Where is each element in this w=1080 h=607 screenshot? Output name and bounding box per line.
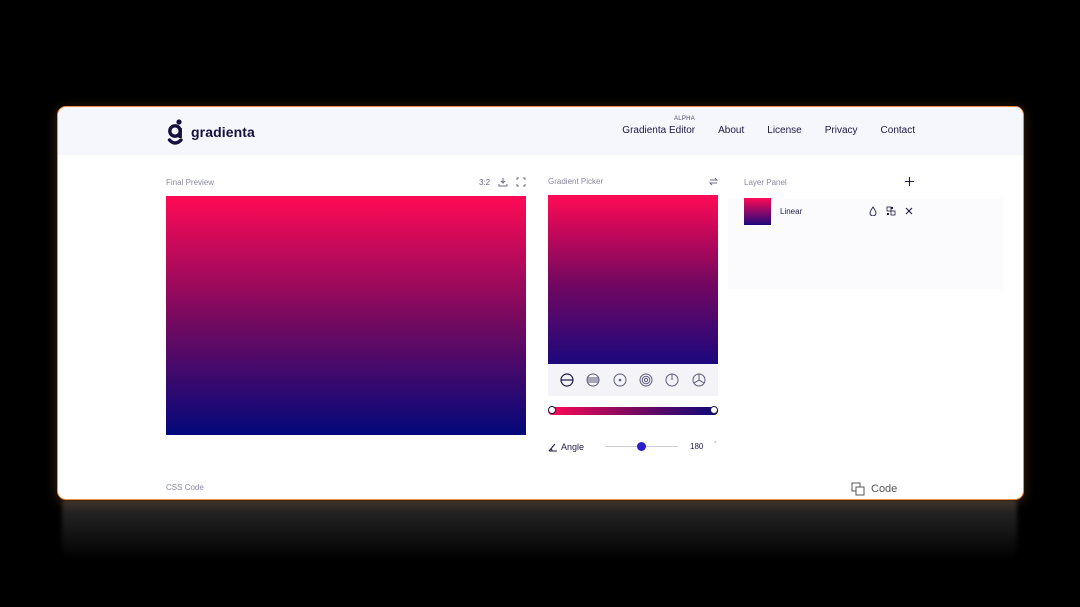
- fullscreen-icon[interactable]: [516, 177, 526, 187]
- radial-icon[interactable]: [612, 372, 628, 388]
- linear-icon[interactable]: [559, 372, 575, 388]
- final-preview-label: Final Preview: [166, 178, 215, 187]
- repeating-conic-icon[interactable]: [691, 372, 707, 388]
- angle-unit: °: [714, 441, 717, 448]
- angle-icon: [548, 443, 557, 451]
- aspect-ratio-button[interactable]: 3:2: [479, 178, 490, 187]
- color-stop-handle[interactable]: [710, 406, 718, 414]
- top-nav: ALPHA Gradienta Editor About License Pri…: [622, 116, 915, 136]
- gradient-picker-label: Gradient Picker: [548, 177, 604, 186]
- layer-actions: [860, 205, 914, 217]
- logo-text: gradienta: [191, 124, 255, 140]
- layer-thumbnail: [744, 198, 771, 225]
- color-stop-bar[interactable]: [548, 406, 718, 415]
- logo[interactable]: gradienta: [166, 118, 255, 146]
- repeating-linear-icon[interactable]: [585, 372, 601, 388]
- gradient-type-selector: [548, 364, 718, 396]
- nav-license[interactable]: License: [767, 125, 801, 136]
- repeating-radial-icon[interactable]: [638, 372, 654, 388]
- window-reflection: [62, 500, 1017, 560]
- color-drop-icon[interactable]: [868, 205, 878, 217]
- add-layer-icon[interactable]: [904, 176, 914, 186]
- nav-about[interactable]: About: [718, 125, 744, 136]
- nav-gradienta-editor[interactable]: ALPHA Gradienta Editor: [622, 116, 696, 136]
- css-code-label: CSS Code: [166, 483, 204, 492]
- header: gradienta ALPHA Gradienta Editor About L…: [58, 107, 1023, 155]
- angle-slider-thumb[interactable]: [637, 442, 646, 451]
- nav-gradienta-editor-label: Gradienta Editor: [622, 125, 696, 136]
- code-button[interactable]: Code: [851, 482, 897, 496]
- alpha-badge: ALPHA: [673, 116, 696, 122]
- blend-mode-icon[interactable]: [886, 205, 896, 217]
- delete-layer-icon[interactable]: [904, 205, 914, 217]
- layer-item[interactable]: Linear: [744, 198, 914, 225]
- download-icon[interactable]: [498, 177, 508, 187]
- swap-icon[interactable]: [708, 176, 719, 187]
- copy-icon: [851, 482, 865, 496]
- layer-name: Linear: [780, 207, 803, 216]
- angle-label: Angle: [561, 442, 585, 452]
- color-stop-handle[interactable]: [548, 406, 556, 414]
- angle-control: Angle: [548, 442, 584, 452]
- angle-value[interactable]: 180: [690, 442, 703, 451]
- final-preview-canvas: [166, 196, 526, 435]
- nav-privacy[interactable]: Privacy: [825, 125, 858, 136]
- layer-panel-label: Layer Panel: [744, 178, 787, 187]
- app-window: gradienta ALPHA Gradienta Editor About L…: [57, 106, 1024, 500]
- gradient-picker-canvas[interactable]: [548, 195, 718, 364]
- logo-icon: [167, 119, 183, 145]
- nav-contact[interactable]: Contact: [881, 125, 915, 136]
- angle-slider[interactable]: [605, 442, 678, 451]
- conic-icon[interactable]: [664, 372, 680, 388]
- code-button-label: Code: [871, 483, 898, 495]
